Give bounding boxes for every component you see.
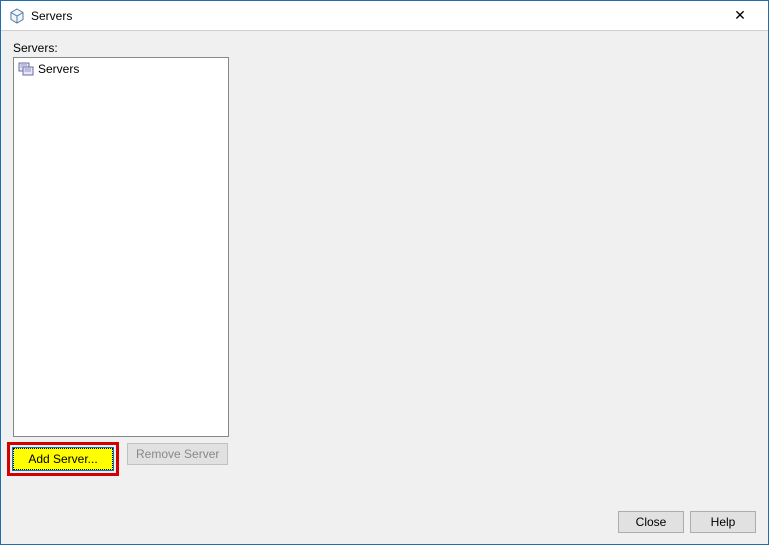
add-server-button[interactable]: Add Server... [13, 448, 113, 470]
servers-label: Servers: [13, 41, 756, 55]
cube-icon [9, 8, 25, 24]
tree-root-label: Servers [38, 62, 79, 76]
tree-root-item[interactable]: Servers [16, 60, 226, 78]
remove-server-button: Remove Server [127, 443, 228, 465]
dialog-footer: Close Help [1, 500, 768, 544]
window-close-button[interactable]: ✕ [720, 2, 760, 30]
close-icon: ✕ [734, 7, 746, 24]
help-button[interactable]: Help [690, 511, 756, 533]
content-area: Servers: Servers Add Server. [1, 31, 768, 500]
tree-button-row: Add Server... Remove Server [13, 443, 756, 476]
servers-tree[interactable]: Servers [13, 57, 229, 437]
add-server-highlight: Add Server... [7, 442, 119, 476]
servers-dialog: Servers ✕ Servers: Servers [0, 0, 769, 545]
window-title: Servers [31, 9, 720, 23]
titlebar: Servers ✕ [1, 1, 768, 31]
servers-group-icon [18, 61, 34, 77]
spacer [13, 476, 756, 490]
close-button[interactable]: Close [618, 511, 684, 533]
